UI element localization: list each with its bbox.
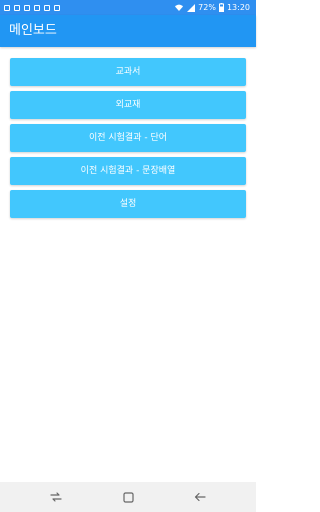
textbook-button[interactable]: 교과서 — [10, 58, 246, 86]
recent-apps-button[interactable] — [34, 482, 78, 512]
back-button[interactable] — [178, 482, 222, 512]
home-button[interactable] — [106, 482, 150, 512]
notification-icons — [4, 0, 60, 15]
settings-button[interactable]: 설정 — [10, 190, 246, 218]
previous-results-sentence-button[interactable]: 이전 시험결과 - 문장배열 — [10, 157, 246, 185]
home-icon — [122, 491, 134, 503]
notification-icon — [4, 4, 10, 11]
main-menu: 교과서 외교재 이전 시험결과 - 단어 이전 시험결과 - 문장배열 설정 — [10, 58, 246, 223]
supplementary-material-button[interactable]: 외교재 — [10, 91, 246, 119]
battery-percentage: 72% — [198, 3, 216, 12]
clock: 13:20 — [226, 3, 250, 12]
status-bar: 72% 13:20 — [0, 0, 256, 15]
notification-icon — [44, 4, 50, 11]
status-indicators: 72% 13:20 — [174, 0, 250, 15]
previous-results-words-button[interactable]: 이전 시험결과 - 단어 — [10, 124, 246, 152]
recent-apps-icon — [50, 492, 62, 502]
notification-icon — [34, 4, 40, 11]
notification-icon — [24, 4, 30, 11]
wifi-icon — [175, 4, 184, 11]
navigation-bar — [0, 482, 256, 512]
notification-icon — [54, 4, 60, 11]
back-icon — [194, 492, 206, 502]
page-title: 메인보드 — [9, 23, 57, 38]
app-bar: 메인보드 — [0, 15, 256, 47]
signal-icon — [187, 3, 196, 12]
battery-icon — [218, 3, 224, 12]
notification-icon — [14, 4, 20, 11]
